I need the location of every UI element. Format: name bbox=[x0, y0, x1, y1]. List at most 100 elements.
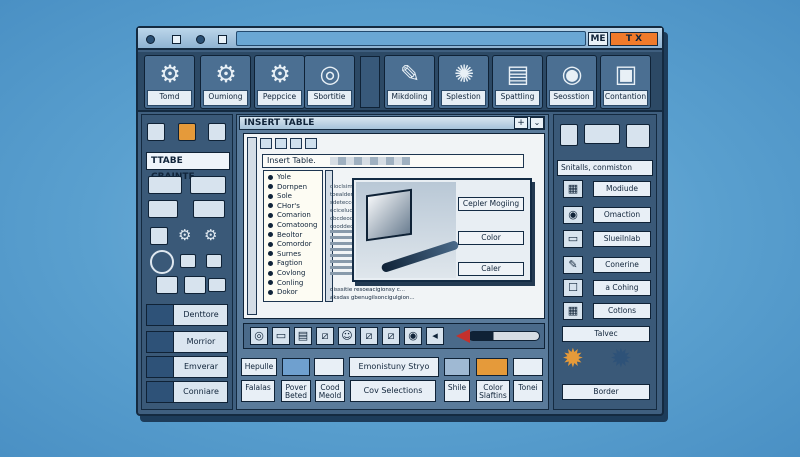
bottom-button[interactable]: Hepulle bbox=[241, 358, 277, 376]
link-icon[interactable] bbox=[513, 358, 543, 376]
folder-icon[interactable] bbox=[180, 254, 196, 268]
list-item[interactable]: Comarion bbox=[268, 211, 311, 219]
monitor-icon[interactable] bbox=[156, 276, 178, 294]
sidebar-item-0[interactable]: Denttore bbox=[146, 304, 228, 326]
display-icon[interactable] bbox=[626, 124, 650, 148]
bottom-row2-button-4[interactable]: Shile bbox=[444, 380, 470, 402]
printer-icon[interactable] bbox=[584, 124, 620, 144]
folder-icon[interactable] bbox=[206, 254, 222, 268]
window-square-icon[interactable] bbox=[218, 35, 227, 44]
sidebar-item-2[interactable]: Emverar bbox=[146, 356, 228, 378]
monitor-icon[interactable] bbox=[184, 276, 206, 294]
list-item[interactable]: Fagtion bbox=[268, 259, 303, 267]
window-icon[interactable] bbox=[190, 176, 226, 194]
server-icon[interactable] bbox=[560, 124, 578, 146]
right-panel-icon[interactable]: ✎ bbox=[563, 256, 583, 274]
list-item[interactable]: CHor's bbox=[268, 202, 300, 210]
bottom-row2-button-3[interactable]: Cov Selections bbox=[350, 380, 436, 402]
right-panel-button-3[interactable]: Conerine bbox=[593, 257, 651, 273]
right-panel-button-1[interactable]: Omaction bbox=[593, 207, 651, 223]
table-icon[interactable] bbox=[290, 138, 302, 149]
toolbar-button-2[interactable]: ⚙ Peppcice bbox=[254, 55, 305, 109]
gear-icon[interactable]: ⚙ bbox=[178, 226, 191, 244]
window-dot-icon[interactable] bbox=[146, 35, 155, 44]
toolbar-label: Spattling bbox=[495, 90, 540, 106]
monitor-icon[interactable] bbox=[208, 123, 226, 141]
arrow-up-icon[interactable] bbox=[260, 138, 272, 149]
right-panel-icon[interactable]: ▦ bbox=[563, 302, 583, 320]
arrow-up-icon[interactable] bbox=[275, 138, 287, 149]
chevron-down-icon[interactable]: ⌄ bbox=[530, 117, 544, 129]
shape-icon[interactable] bbox=[476, 358, 508, 376]
list-item[interactable]: Yole bbox=[268, 173, 291, 181]
bottom-row2-button-6[interactable]: Tonei bbox=[513, 380, 543, 402]
window-icon[interactable] bbox=[148, 176, 182, 194]
toolbar-button-5[interactable]: ✺ Splestion bbox=[438, 55, 489, 109]
toolbar-button-3[interactable]: ◎ Sbortitie bbox=[304, 55, 355, 109]
toolbar-button-1[interactable]: ⚙ Oumiong bbox=[200, 55, 251, 109]
dialog-scrollbar[interactable] bbox=[247, 137, 257, 315]
media-control-icon[interactable]: ◂ bbox=[426, 327, 444, 345]
minimize-button[interactable]: ME bbox=[588, 32, 608, 46]
window-square-icon[interactable] bbox=[172, 35, 181, 44]
add-icon[interactable]: + bbox=[514, 117, 528, 129]
gear-icon[interactable]: ⚙ bbox=[204, 226, 217, 244]
window-dot-icon[interactable] bbox=[196, 35, 205, 44]
list-item[interactable]: Comordor bbox=[268, 240, 312, 248]
right-panel-icon[interactable]: ☐ bbox=[563, 279, 583, 297]
chart-icon[interactable] bbox=[150, 227, 168, 245]
pencil-icon[interactable] bbox=[444, 358, 470, 376]
right-panel-icon[interactable]: ▭ bbox=[563, 230, 583, 248]
toolbar-button-6[interactable]: ▤ Spattling bbox=[492, 55, 543, 109]
toolbar-button-8[interactable]: ▣ Contantion bbox=[600, 55, 651, 109]
right-panel-button-4[interactable]: a Cohing bbox=[593, 280, 651, 296]
image-icon[interactable] bbox=[178, 123, 196, 141]
bottom-row2-button-2[interactable]: Cood Meold bbox=[315, 380, 345, 402]
sidebar-item-1[interactable]: Morrior bbox=[146, 331, 228, 353]
list-item[interactable]: Dokor bbox=[268, 288, 298, 296]
toolbar-button-7[interactable]: ◉ Seosstion bbox=[546, 55, 597, 109]
right-panel-icon[interactable]: ▦ bbox=[563, 180, 583, 198]
progress-slider[interactable] bbox=[468, 331, 540, 341]
list-item[interactable]: Covlong bbox=[268, 269, 305, 277]
list-item[interactable]: Comatoong bbox=[268, 221, 317, 229]
list-item[interactable]: Sole bbox=[268, 192, 292, 200]
toolbar-label: Tomd bbox=[147, 90, 192, 106]
grid-icon[interactable] bbox=[305, 138, 317, 149]
search-icon[interactable] bbox=[150, 250, 174, 274]
media-control-icon[interactable]: ◉ bbox=[404, 327, 422, 345]
image-icon[interactable] bbox=[282, 358, 310, 376]
panel-icon[interactable] bbox=[148, 200, 178, 218]
media-control-icon[interactable]: ⧄ bbox=[360, 327, 378, 345]
right-panel-icon[interactable]: ◉ bbox=[563, 206, 583, 224]
list-item[interactable]: Beoltor bbox=[268, 231, 302, 239]
bottom-row2-button-5[interactable]: Color Slaftins bbox=[476, 380, 510, 402]
bottom-row2-button-1[interactable]: Pover Beted bbox=[281, 380, 311, 402]
bottom-row2-button-0[interactable]: Falalas bbox=[241, 380, 275, 402]
list-item[interactable]: Conling bbox=[268, 279, 303, 287]
popup-option-2[interactable]: Color bbox=[458, 231, 524, 245]
popup-option-1[interactable]: Cepler Mogiing bbox=[458, 197, 524, 211]
style-button[interactable]: Emonistuny Stryo bbox=[349, 357, 439, 377]
media-control-icon[interactable]: ⧄ bbox=[316, 327, 334, 345]
window-icon[interactable] bbox=[208, 278, 226, 292]
media-control-icon[interactable]: ☺ bbox=[338, 327, 356, 345]
right-panel-button-2[interactable]: Slueilnlab bbox=[593, 231, 651, 247]
media-control-icon[interactable]: ▭ bbox=[272, 327, 290, 345]
toolbar-button-0[interactable]: ⚙ Tomd bbox=[144, 55, 195, 109]
media-control-icon[interactable]: ▤ bbox=[294, 327, 312, 345]
list-item[interactable]: Surnes bbox=[268, 250, 301, 258]
popup-option-3[interactable]: Caler bbox=[458, 262, 524, 276]
panel-icon[interactable] bbox=[193, 200, 225, 218]
toolbar-button-4[interactable]: ✎ Mikdoling bbox=[384, 55, 435, 109]
border-button[interactable]: Border bbox=[562, 384, 650, 400]
media-control-icon[interactable]: ⧄ bbox=[382, 327, 400, 345]
right-panel-button-0[interactable]: Modiude bbox=[593, 181, 651, 197]
sidebar-item-3[interactable]: Conniare bbox=[146, 381, 228, 403]
close-button[interactable]: T X bbox=[610, 32, 658, 46]
media-control-icon[interactable]: ◎ bbox=[250, 327, 268, 345]
list-icon[interactable] bbox=[147, 123, 165, 141]
list-item[interactable]: Dornpen bbox=[268, 183, 307, 191]
right-panel-button-5[interactable]: Cotlons bbox=[593, 303, 651, 319]
folder-icon[interactable] bbox=[314, 358, 344, 376]
